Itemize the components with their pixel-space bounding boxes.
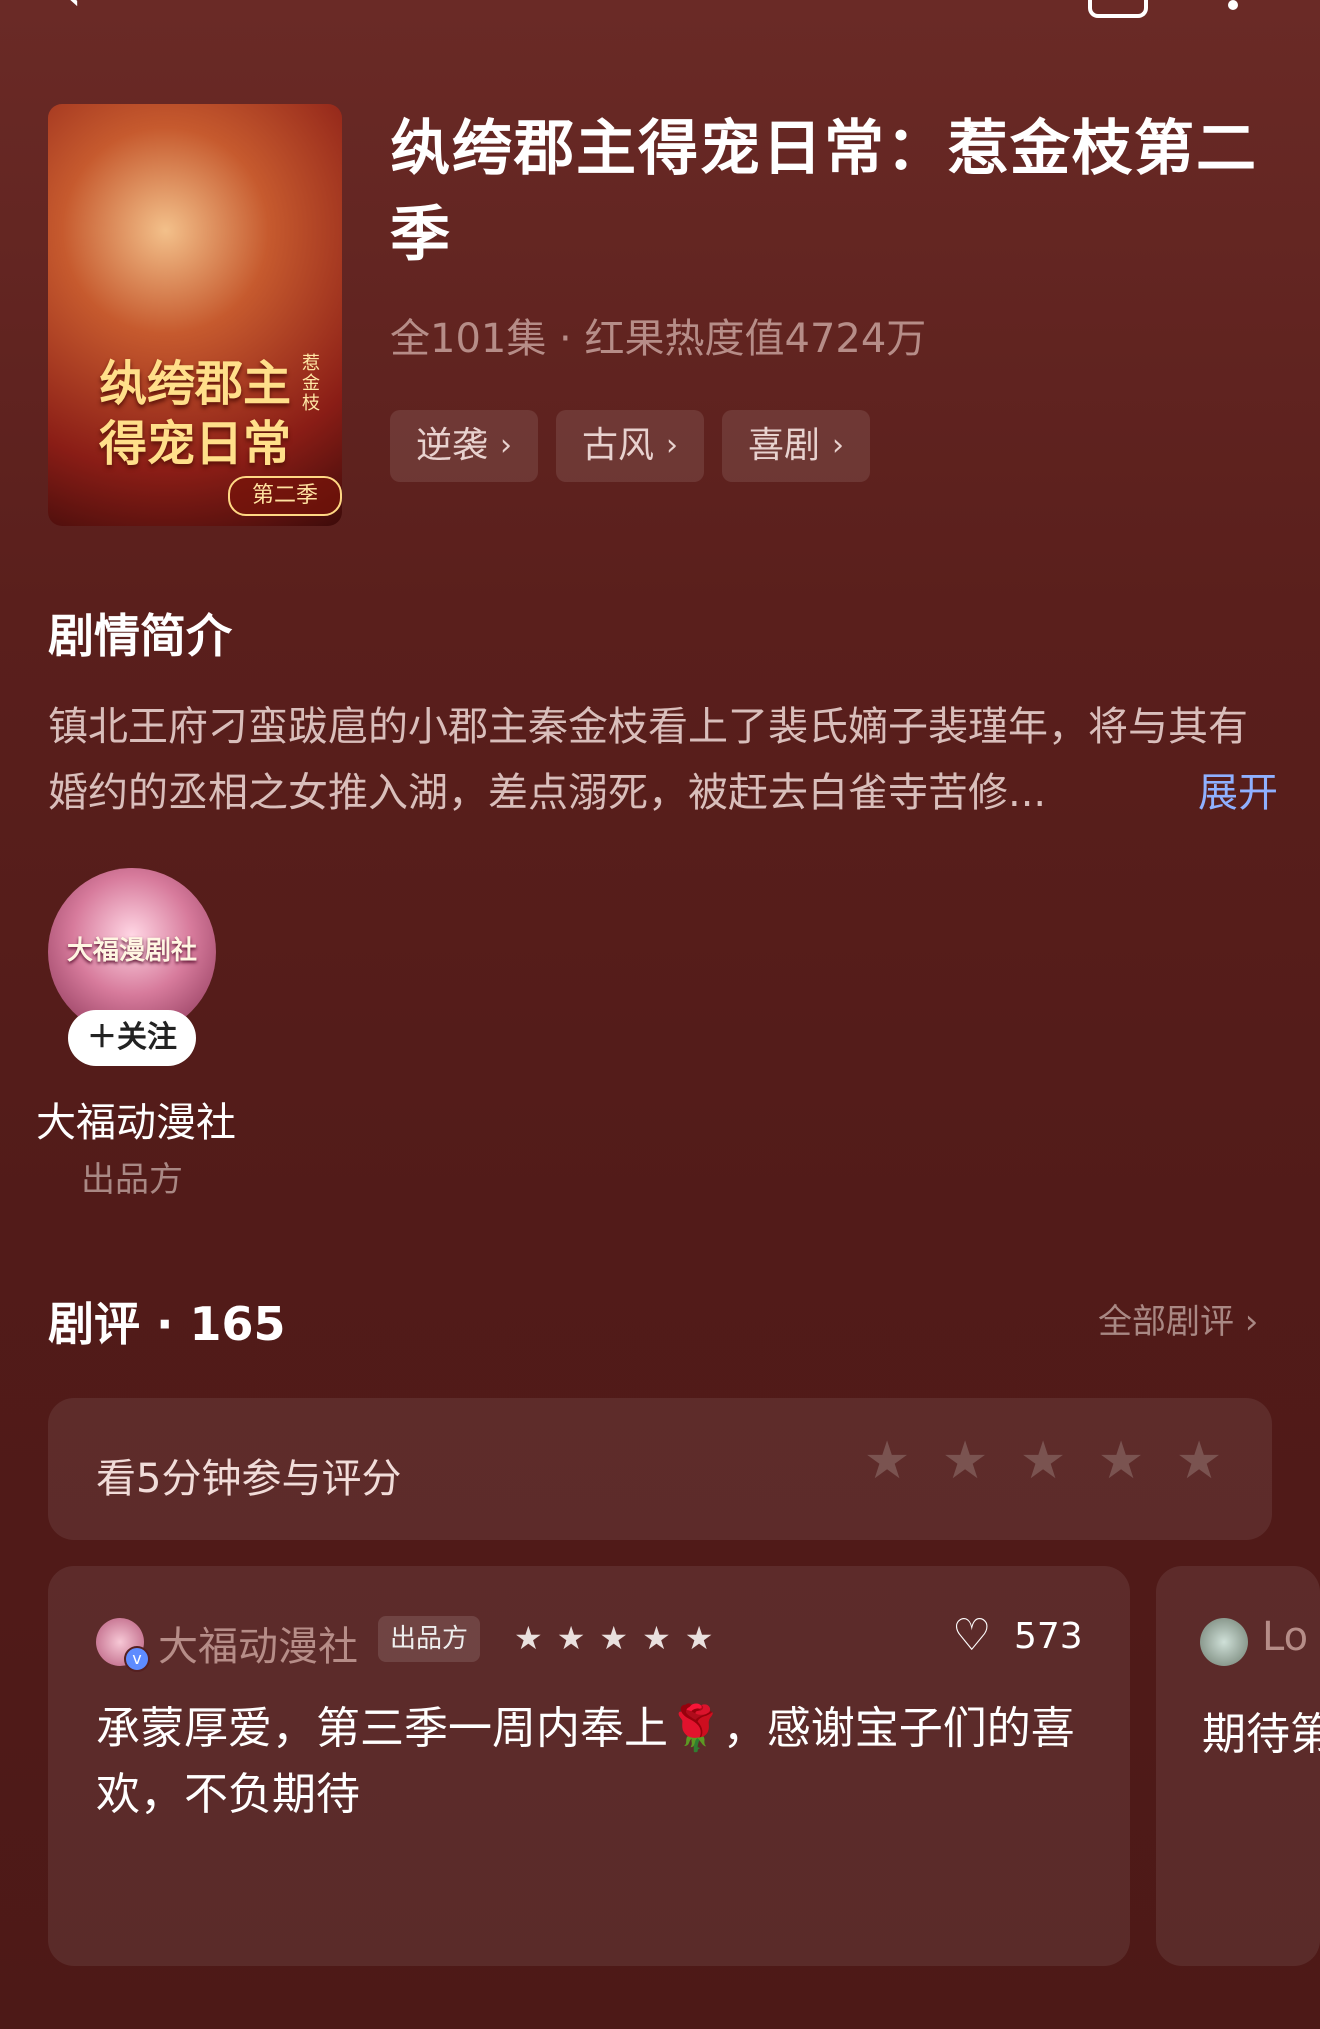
tag-chip[interactable]: 逆袭 › [390,410,539,482]
rating-stars[interactable]: ★ ★ ★ ★ ★ [862,1435,1224,1487]
synopsis-text: 镇北王府刁蛮跋扈的小郡主秦金枝看上了裴氏嫡子裴瑾年，将与其有婚约的丞相之女推入湖… [48,694,1278,826]
publisher-badge: 出品方 [378,1616,481,1662]
tag-label: 喜剧 [748,425,821,466]
publisher-avatar-text: 大福漫剧社 [66,936,197,966]
follow-button[interactable]: ＋关注 [68,1010,196,1066]
star-icon[interactable]: ★ [1096,1435,1146,1487]
heart-icon[interactable]: ♡ [952,1610,991,1662]
star-icon: ★ [514,1619,543,1657]
tag-chip[interactable]: 古风 › [556,410,705,482]
rating-prompt: 看5分钟参与评分 [96,1456,402,1502]
share-box-icon[interactable] [1088,0,1148,18]
review-stars: ★ ★ ★ ★ ★ [514,1618,713,1658]
rating-card[interactable]: 看5分钟参与评分 ★ ★ ★ ★ ★ [48,1398,1272,1540]
chevron-right-icon: › [832,428,845,463]
review-card[interactable]: Lo 期待第 [1156,1566,1320,1966]
publisher-role: 出品方 [81,1160,183,1200]
all-reviews-link[interactable]: 全部剧评 › [1098,1294,1258,1343]
review-text: 期待第 [1202,1709,1320,1760]
star-icon: ★ [684,1619,714,1657]
drama-meta: 全101集 · 红果热度值4724万 [390,316,927,362]
reviewer-name[interactable]: 大福动漫社 [158,1614,358,1672]
cover-side-text: 惹金枝 [302,353,320,414]
tag-list: 逆袭 › 古风 › 喜剧 › [390,410,871,482]
chevron-right-icon: › [666,428,679,463]
star-icon: ★ [642,1619,671,1657]
like-count: 573 [1014,1616,1083,1657]
synopsis-heading: 剧情简介 [48,609,232,663]
verified-badge-icon: v [124,1646,150,1672]
tag-chip[interactable]: 喜剧 › [722,410,871,482]
star-icon[interactable]: ★ [1018,1435,1068,1487]
expand-button[interactable]: 展开 [1198,760,1278,826]
drama-title: 纨绔郡主得宠日常：惹金枝第二季 [390,114,1258,270]
synopsis-content: 镇北王府刁蛮跋扈的小郡主秦金枝看上了裴氏嫡子裴瑾年，将与其有婚约的丞相之女推入湖… [48,704,1248,816]
reviewer-avatar[interactable] [1200,1618,1248,1666]
star-icon: ★ [599,1619,629,1657]
star-icon[interactable]: ★ [862,1435,912,1487]
tag-label: 逆袭 [416,425,489,466]
tag-label: 古风 [582,425,655,466]
back-chevron-icon[interactable]: ‹ [60,0,100,20]
cover-season-badge: 第二季 [228,476,342,516]
publisher-name[interactable]: 大福动漫社 [26,1090,246,1148]
chevron-right-icon: › [500,428,513,463]
reviewer-name[interactable]: Lo [1262,1614,1308,1660]
star-icon[interactable]: ★ [940,1435,990,1487]
reviews-heading: 剧评 · 165 [48,1297,286,1351]
more-icon[interactable] [1228,0,1238,10]
review-text: 承蒙厚爱，第三季一周内奉上🌹，感谢宝子们的喜欢，不负期待 [96,1703,1075,1820]
star-icon: ★ [556,1619,586,1657]
star-icon[interactable]: ★ [1174,1435,1224,1487]
review-card[interactable]: v 大福动漫社 出品方 ★ ★ ★ ★ ★ ♡ 573 承蒙厚爱，第三季一周内奉… [48,1566,1130,1966]
drama-cover[interactable]: 纨绔郡主 得宠日常 惹金枝 第二季 [48,104,342,526]
